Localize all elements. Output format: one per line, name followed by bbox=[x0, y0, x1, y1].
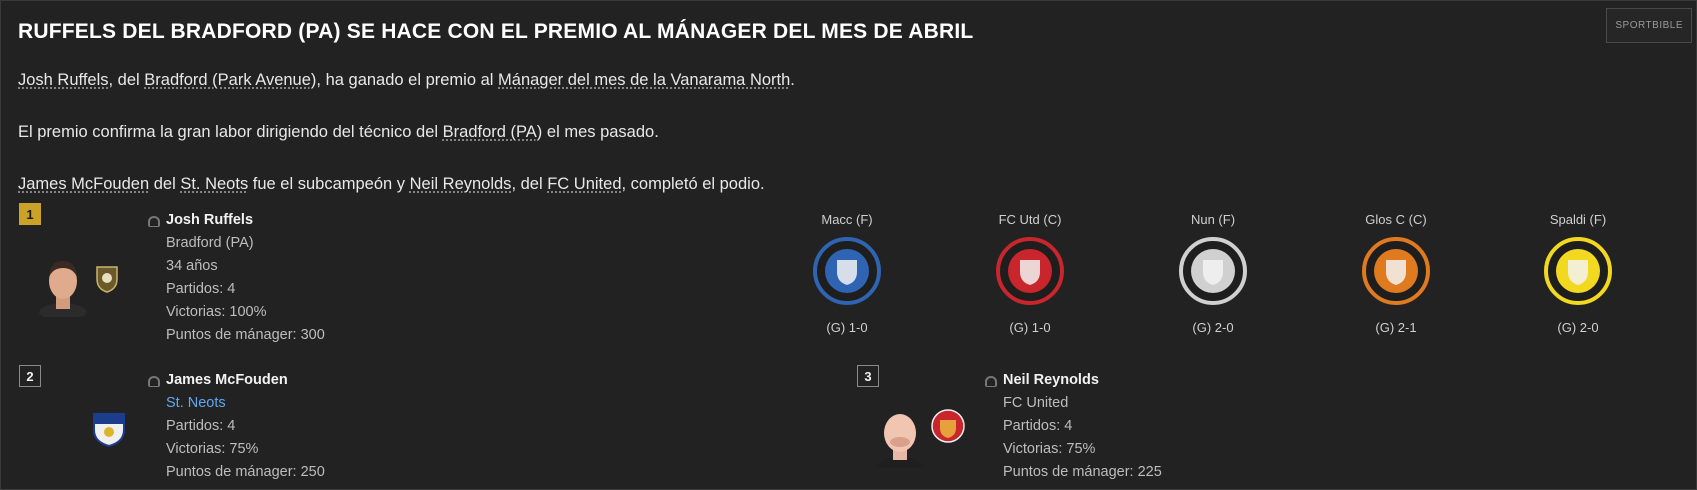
club-name[interactable]: Bradford (PA) bbox=[166, 232, 325, 255]
fixture-item[interactable]: Glos C (C) (G) 2-1 bbox=[1326, 212, 1466, 335]
club-badge-icon[interactable] bbox=[813, 236, 881, 306]
text: El premio confirma la gran labor dirigie… bbox=[18, 123, 443, 141]
text: del bbox=[149, 175, 181, 193]
club-badge-icon[interactable] bbox=[90, 408, 128, 448]
fixture-result: (G) 1-0 bbox=[1009, 320, 1051, 335]
fixture-opponent[interactable]: FC Utd (C) bbox=[960, 212, 1100, 230]
paragraph-3: James McFouden del St. Neots fue el subc… bbox=[18, 175, 765, 194]
club-badge-icon[interactable] bbox=[996, 236, 1064, 306]
club-name[interactable]: St. Neots bbox=[166, 392, 325, 415]
manager-link[interactable]: James McFouden bbox=[18, 175, 149, 193]
manager-points: Puntos de mánager: 250 bbox=[166, 464, 325, 480]
rank-badge-2: 2 bbox=[19, 365, 41, 387]
club-link[interactable]: St. Neots bbox=[180, 175, 248, 193]
manager-name[interactable]: Neil Reynolds bbox=[985, 369, 1162, 392]
text: , del bbox=[511, 175, 548, 193]
club-badge-icon[interactable] bbox=[93, 263, 121, 293]
fixture-result: (G) 1-0 bbox=[826, 320, 868, 335]
manager-points: Puntos de mánager: 225 bbox=[1003, 464, 1162, 480]
club-link[interactable]: FC United bbox=[547, 175, 621, 193]
rank-badge-1: 1 bbox=[19, 203, 41, 225]
source-badge[interactable]: SPORTBIBLE bbox=[1606, 8, 1692, 43]
club-badge-icon[interactable] bbox=[1544, 236, 1612, 306]
fixture-item[interactable]: Nun (F) (G) 2-0 bbox=[1143, 212, 1283, 335]
age: 34 años bbox=[166, 258, 218, 274]
fixture-opponent[interactable]: Glos C (C) bbox=[1326, 212, 1466, 230]
fixture-result: (G) 2-0 bbox=[1557, 320, 1599, 335]
club-badge-icon[interactable] bbox=[1179, 236, 1247, 306]
fixture-item[interactable]: Macc (F) (G) 1-0 bbox=[777, 212, 917, 335]
text: , del bbox=[108, 71, 145, 89]
rank-badge-3: 3 bbox=[857, 365, 879, 387]
club-name[interactable]: FC United bbox=[1003, 392, 1162, 415]
fixture-item[interactable]: Spaldi (F) (G) 2-0 bbox=[1508, 212, 1648, 335]
club-badge-icon[interactable] bbox=[931, 408, 965, 444]
award-link[interactable]: Mánager del mes de la Vanarama North bbox=[498, 71, 790, 89]
matches: Partidos: 4 bbox=[166, 281, 236, 297]
fixture-opponent[interactable]: Nun (F) bbox=[1143, 212, 1283, 230]
wins: Victorias: 75% bbox=[1003, 441, 1096, 457]
paragraph-2: El premio confirma la gran labor dirigie… bbox=[18, 123, 659, 142]
manager-name[interactable]: Josh Ruffels bbox=[148, 209, 325, 232]
club-badge-icon[interactable] bbox=[1362, 236, 1430, 306]
manager-name[interactable]: James McFouden bbox=[148, 369, 325, 392]
paragraph-1: Josh Ruffels, del Bradford (Park Avenue)… bbox=[18, 71, 795, 90]
fixture-result: (G) 2-1 bbox=[1375, 320, 1417, 335]
fixture-opponent[interactable]: Macc (F) bbox=[777, 212, 917, 230]
wins: Victorias: 75% bbox=[166, 441, 259, 457]
text: , completó el podio. bbox=[621, 175, 765, 193]
wins: Victorias: 100% bbox=[166, 304, 267, 320]
manager-link[interactable]: Neil Reynolds bbox=[410, 175, 512, 193]
winner-2-details: James McFouden St. Neots Partidos: 4 Vic… bbox=[148, 369, 325, 484]
matches: Partidos: 4 bbox=[1003, 418, 1073, 434]
manager-face[interactable] bbox=[876, 408, 924, 468]
text: , ha ganado el premio al bbox=[316, 71, 499, 89]
winner-3-details: Neil Reynolds FC United Partidos: 4 Vict… bbox=[985, 369, 1162, 484]
fixture-opponent[interactable]: Spaldi (F) bbox=[1508, 212, 1648, 230]
text: . bbox=[790, 71, 795, 89]
manager-link[interactable]: Josh Ruffels bbox=[18, 71, 109, 89]
club-link[interactable]: Bradford (PA) bbox=[443, 123, 543, 141]
fixture-result: (G) 2-0 bbox=[1192, 320, 1234, 335]
matches: Partidos: 4 bbox=[166, 418, 236, 434]
fixture-item[interactable]: FC Utd (C) (G) 1-0 bbox=[960, 212, 1100, 335]
club-link[interactable]: Bradford (Park Avenue) bbox=[144, 71, 316, 89]
text: el mes pasado. bbox=[542, 123, 659, 141]
article-title: RUFFELS DEL BRADFORD (PA) SE HACE CON EL… bbox=[18, 20, 974, 43]
manager-points: Puntos de mánager: 300 bbox=[166, 327, 325, 343]
text: fue el subcampeón y bbox=[248, 175, 410, 193]
manager-face[interactable] bbox=[38, 255, 88, 317]
winner-1-details: Josh Ruffels Bradford (PA) 34 años Parti… bbox=[148, 209, 325, 347]
